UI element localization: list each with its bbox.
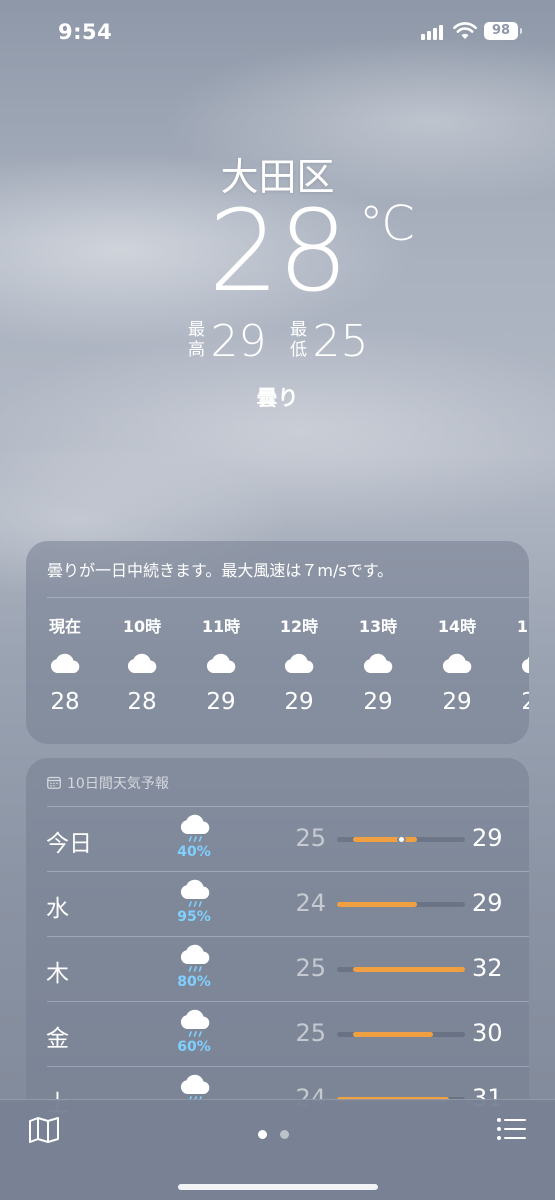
hourly-summary: 曇りが一日中続きます。最大風速は７m/sです。 <box>47 561 394 580</box>
divider <box>47 1001 529 1002</box>
hour-label: 15時 <box>516 617 529 636</box>
day-low: 25 <box>295 824 326 852</box>
temp-range-bar <box>337 902 465 907</box>
cloud-icon <box>363 653 393 673</box>
divider <box>47 871 529 872</box>
hourly-item: 15時 29 <box>504 613 529 715</box>
hour-temp: 29 <box>206 689 236 715</box>
high-value: 29 <box>210 316 267 367</box>
temperature-value: 28 <box>208 187 349 317</box>
hour-temp: 29 <box>363 689 393 715</box>
cloud-rain-icon <box>180 879 210 907</box>
cloud-icon <box>284 653 314 673</box>
hour-temp: 28 <box>127 689 157 715</box>
hourly-item: 11時 29 <box>189 613 253 715</box>
low-value: 25 <box>312 316 369 367</box>
day-high: 32 <box>472 954 503 982</box>
day-low: 25 <box>295 1019 326 1047</box>
day-name: 水 <box>46 896 69 922</box>
cloud-rain-icon <box>180 1009 210 1037</box>
temperature-unit: °C <box>359 196 414 252</box>
hour-temp: 28 <box>50 689 80 715</box>
high-low: 最高 29 最低 25 <box>0 320 555 367</box>
hourly-item: 13時 29 <box>346 613 410 715</box>
cloud-icon <box>206 653 236 673</box>
page-dot-active[interactable] <box>258 1130 267 1139</box>
divider <box>47 597 529 598</box>
daily-row[interactable]: 金 60% 25 30 <box>26 1001 529 1066</box>
day-low: 24 <box>295 889 326 917</box>
wifi-icon <box>453 22 477 39</box>
status-time: 9:54 <box>58 20 113 44</box>
map-icon[interactable] <box>28 1116 60 1144</box>
daily-row[interactable]: 水 95% 24 29 <box>26 871 529 936</box>
high-label: 最高 <box>188 320 205 360</box>
hourly-item: 14時 29 <box>425 613 489 715</box>
day-high: 30 <box>472 1019 503 1047</box>
hour-label: 13時 <box>358 617 398 636</box>
day-name: 今日 <box>46 831 92 857</box>
cloud-icon <box>127 653 157 673</box>
day-high: 29 <box>472 889 503 917</box>
current-temp-dot <box>396 835 406 844</box>
hour-label: 現在 <box>48 617 81 636</box>
temp-range-fill <box>353 1032 433 1037</box>
hour-temp: 29 <box>521 689 529 715</box>
precip-chance: 60% <box>177 1039 211 1055</box>
hourly-item: 現在 28 <box>33 613 97 715</box>
precip-chance: 40% <box>177 844 211 860</box>
cloud-rain-icon <box>180 1074 210 1102</box>
precip-chance: 80% <box>177 974 211 990</box>
temp-range-fill <box>337 902 417 907</box>
cloud-heavy-rain-icon <box>180 944 210 972</box>
current-temperature: 28 °C <box>0 196 555 308</box>
list-icon[interactable] <box>496 1116 526 1142</box>
temp-range-bar <box>337 1032 465 1037</box>
hourly-list[interactable]: 現在 28 10時 28 11時 29 12時 29 13時 29 14時 29 15時 29 <box>26 613 529 733</box>
hourly-item: 12時 29 <box>267 613 331 715</box>
hour-label: 14時 <box>437 617 477 636</box>
daily-row[interactable]: 木 80% 25 32 <box>26 936 529 1001</box>
day-low: 25 <box>295 954 326 982</box>
page-indicator[interactable] <box>258 1124 302 1143</box>
hour-temp: 29 <box>284 689 314 715</box>
hour-label: 10時 <box>122 617 162 636</box>
cloud-icon <box>442 653 472 673</box>
temp-range-fill <box>353 967 465 972</box>
day-high: 29 <box>472 824 503 852</box>
temp-range-fill <box>353 837 417 842</box>
status-bar: 9:54 98 <box>0 0 555 62</box>
low-label: 最低 <box>290 320 307 360</box>
cloud-icon <box>50 653 80 673</box>
calendar-icon <box>47 776 61 789</box>
cloud-icon <box>521 656 529 673</box>
cloud-rain-icon <box>180 814 210 842</box>
daily-header: 10日間天気予報 <box>47 773 169 793</box>
daily-header-label: 10日間天気予報 <box>67 776 169 792</box>
day-name: 金 <box>46 1026 69 1052</box>
temp-range-bar <box>337 835 465 844</box>
cellular-signal-icon <box>421 24 447 40</box>
hourly-item: 10時 28 <box>110 613 174 715</box>
divider <box>47 936 529 937</box>
condition-text: 曇り <box>256 386 299 410</box>
divider <box>47 806 529 807</box>
battery-icon: 98 <box>484 22 522 40</box>
hour-label: 11時 <box>201 617 241 636</box>
temp-range-bar <box>337 967 465 972</box>
hour-temp: 29 <box>442 689 472 715</box>
hour-label: 12時 <box>279 617 319 636</box>
bottom-toolbar <box>0 1099 555 1200</box>
precip-chance: 95% <box>177 909 211 925</box>
divider <box>47 1066 529 1067</box>
hourly-forecast-card[interactable]: 曇りが一日中続きます。最大風速は７m/sです。 現在 28 10時 28 11時 29 12… <box>26 541 529 744</box>
page-dot-inactive[interactable] <box>280 1130 289 1139</box>
daily-row[interactable]: 今日 40% 25 29 <box>26 806 529 871</box>
day-name: 木 <box>46 961 69 987</box>
home-indicator[interactable] <box>178 1184 378 1190</box>
